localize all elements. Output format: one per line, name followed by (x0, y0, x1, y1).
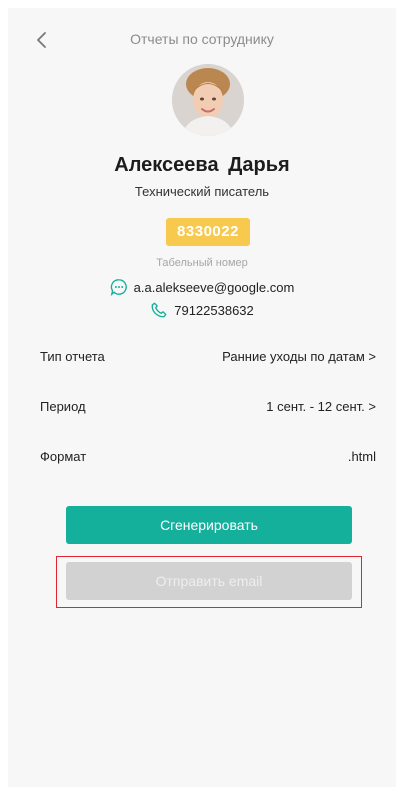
phone-icon (151, 302, 167, 318)
report-type-row[interactable]: Тип отчета Ранние уходы по датам > (40, 346, 376, 366)
employee-position: Технический писатель (134, 184, 270, 199)
period-value[interactable]: 1 сент. - 12 сент. > (266, 399, 376, 414)
report-type-value[interactable]: Ранние уходы по датам > (222, 349, 376, 364)
phone-row[interactable]: 79122538632 (8, 301, 396, 319)
employee-email: a.a.alekseeve@google.com (133, 279, 295, 295)
personnel-number-badge: 8330022 (166, 218, 250, 246)
employee-name: Алексеева Дарья (114, 154, 290, 176)
employee-phone: 79122538632 (174, 302, 254, 318)
personnel-number-caption: Табельный номер (156, 257, 248, 269)
header: Отчеты по сотруднику (8, 28, 396, 52)
format-label: Формат (40, 448, 87, 464)
avatar (172, 64, 244, 136)
chat-icon (110, 279, 127, 296)
period-label: Период (40, 398, 86, 414)
report-screen: Отчеты по сотруднику Алексеева Дарья Тех… (8, 8, 396, 787)
user-photo-icon (172, 64, 244, 136)
format-row: Формат .html (40, 446, 376, 466)
email-row[interactable]: a.a.alekseeve@google.com (8, 278, 396, 296)
format-value: .html (347, 448, 376, 464)
report-type-label: Тип отчета (40, 348, 105, 364)
generate-button[interactable]: Сгенерировать (66, 506, 352, 544)
send-email-button[interactable]: Отправить email (66, 562, 352, 600)
period-row[interactable]: Период 1 сент. - 12 сент. > (40, 396, 376, 416)
page-title: Отчеты по сотруднику (130, 31, 274, 47)
